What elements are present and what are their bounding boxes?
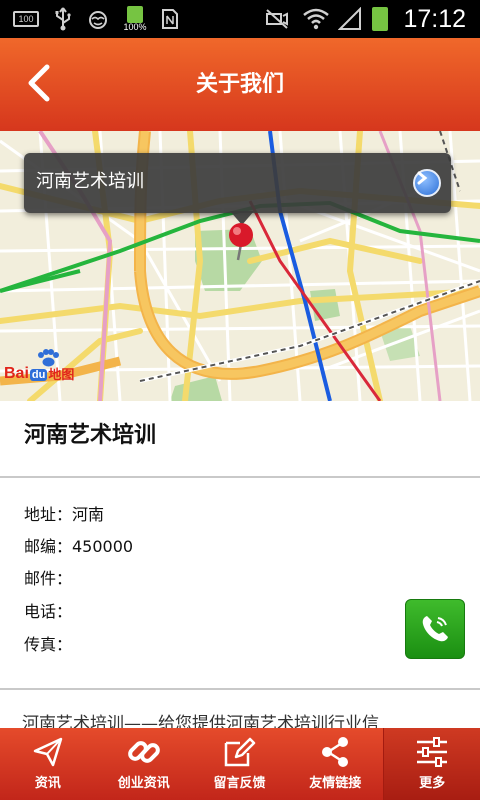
bottom-nav-bar: 资讯 创业资讯 留言反馈 友情链接 更多 — [0, 728, 480, 800]
map-location-callout[interactable]: 河南艺术培训 — [24, 153, 451, 225]
nav-item-friend-links[interactable]: 友情链接 — [287, 728, 383, 800]
edit-icon — [219, 734, 259, 770]
chevron-left-icon — [28, 64, 50, 102]
sim-card-icon — [160, 6, 180, 32]
cell-signal-icon — [336, 6, 364, 32]
postcode-row: 邮编：450000 — [24, 537, 134, 556]
call-button[interactable] — [405, 599, 465, 659]
page-title: 关于我们 — [195, 72, 284, 97]
phone-row[interactable]: 电话： — [24, 600, 72, 624]
phone-icon — [422, 616, 448, 642]
link-icon — [124, 734, 164, 770]
battery-saver-label: 100 — [13, 11, 39, 27]
nav-label: 更多 — [419, 776, 446, 791]
nav-item-more[interactable]: 更多 — [383, 728, 480, 800]
share-icon — [315, 734, 355, 770]
usb-icon — [52, 6, 74, 32]
wifi-icon — [302, 6, 330, 32]
callout-label: 河南艺术培训 — [36, 171, 144, 192]
nav-item-business-news[interactable]: 创业资讯 — [96, 728, 192, 800]
silent-mode-icon — [264, 6, 290, 32]
status-bar: 100 100% 17:12 — [0, 0, 480, 38]
organization-name: 河南艺术培训 — [24, 423, 157, 448]
battery-icon — [370, 6, 390, 32]
nav-label: 创业资讯 — [117, 776, 170, 791]
paper-plane-icon — [28, 734, 68, 770]
map-view[interactable]: 河南艺术培训 Bai du 地图 — [0, 131, 480, 401]
title-bar: 关于我们 — [0, 38, 480, 131]
charge-percent: 100% — [123, 22, 147, 32]
back-button[interactable] — [14, 58, 64, 108]
nav-label: 留言反馈 — [213, 776, 266, 791]
fax-row: 传真： — [24, 635, 73, 654]
chevron-right-icon[interactable] — [413, 169, 441, 197]
nav-item-feedback[interactable]: 留言反馈 — [192, 728, 288, 800]
settings-sliders-icon — [412, 734, 452, 770]
nav-item-news[interactable]: 资讯 — [0, 728, 96, 800]
nav-label: 资讯 — [34, 776, 61, 791]
cat-face-icon — [86, 6, 110, 32]
nav-label: 友情链接 — [309, 776, 362, 791]
clock: 17:12 — [403, 5, 466, 33]
divider — [0, 688, 480, 690]
battery-charge-icon: 100% — [120, 6, 150, 32]
app-screen: 100 100% 17:12 关于我们 河南艺术培训 Bai du 地图 河南艺… — [0, 0, 480, 800]
email-row[interactable]: 邮件： — [24, 567, 72, 591]
map-pin-icon[interactable] — [226, 222, 256, 262]
address-row: 地址：河南 — [24, 505, 105, 524]
divider — [0, 476, 480, 478]
battery-saver-icon: 100 — [12, 6, 40, 32]
baidu-paw-icon — [36, 349, 60, 367]
